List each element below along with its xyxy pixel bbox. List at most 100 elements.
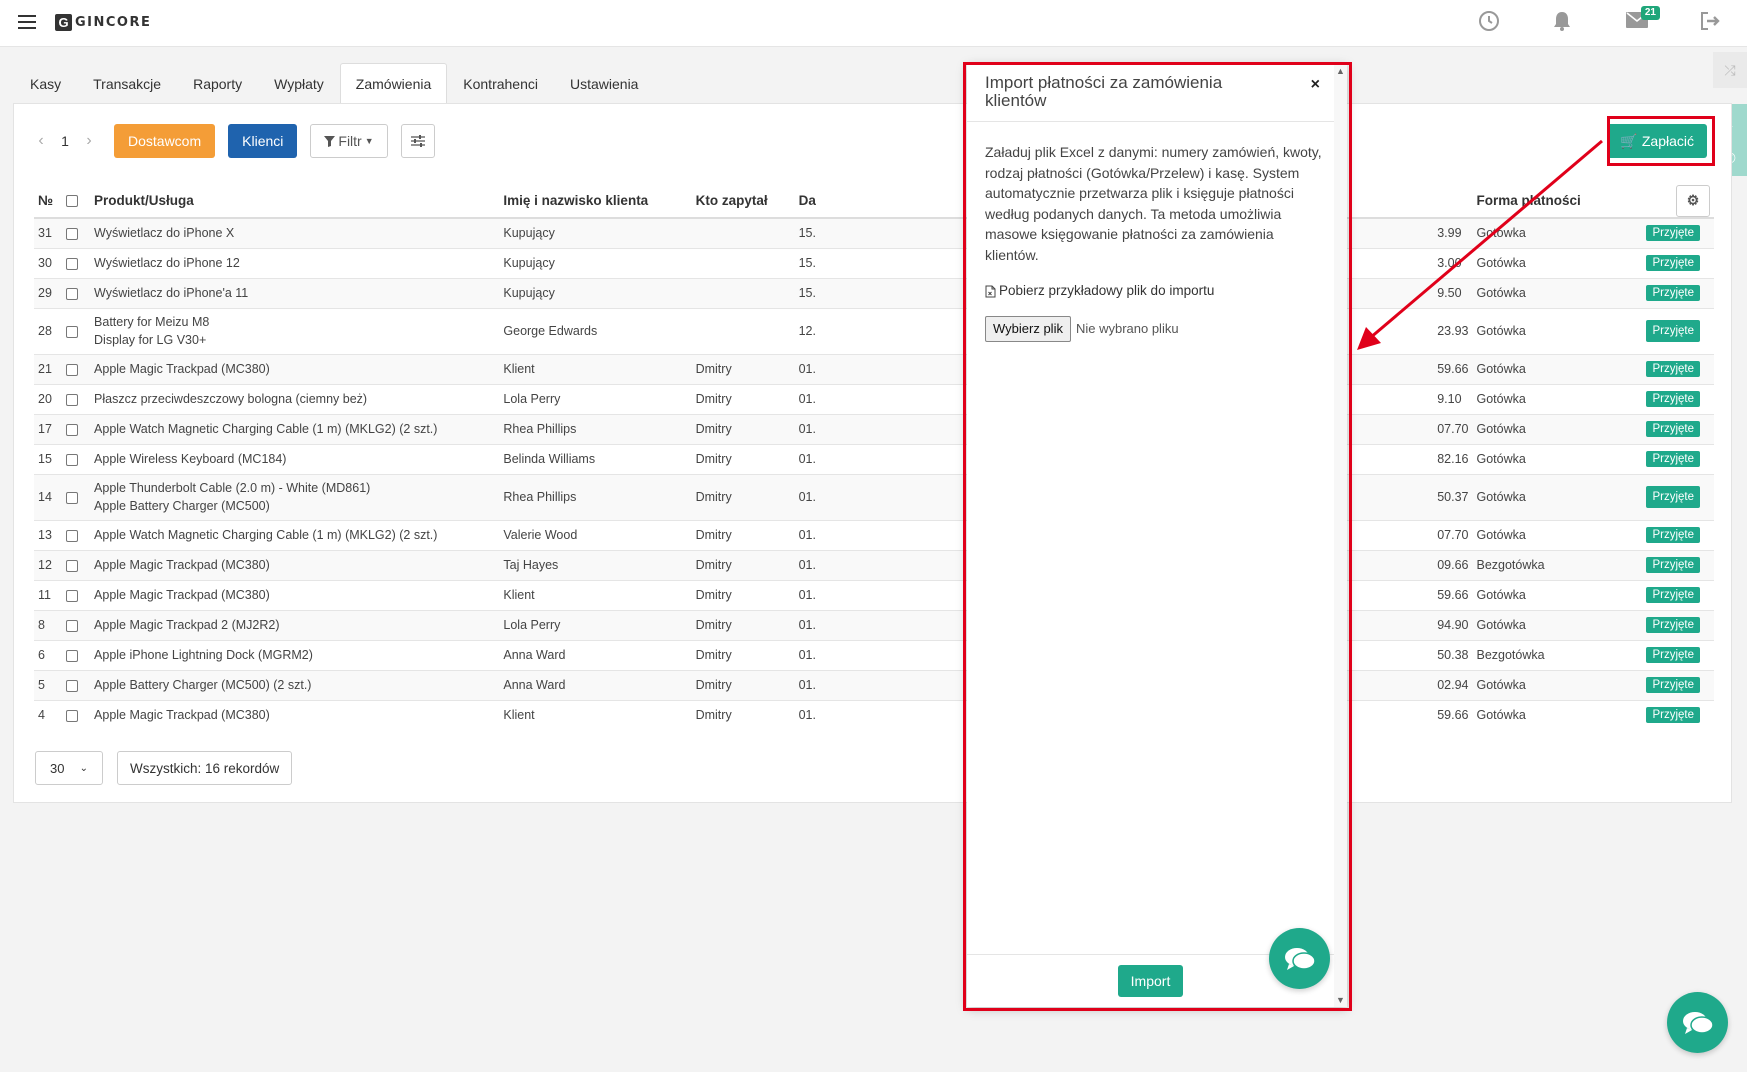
product-name[interactable]: Wyświetlacz do iPhone 12 [94, 256, 495, 270]
product-name[interactable]: Płaszcz przeciwdeszczowy bologna (ciemny… [94, 392, 495, 406]
client-name[interactable]: Lola Perry [499, 383, 692, 414]
table-row[interactable]: 29 Wyświetlacz do iPhone'a 11 Kupujący 15. 9… [34, 277, 1714, 308]
table-row[interactable]: 31 Wyświetlacz do iPhone X Kupujący 15. 3.99… [34, 217, 1714, 248]
client-name[interactable]: George Edwards [499, 307, 692, 354]
row-checkbox[interactable] [66, 363, 79, 376]
status-badge[interactable]: Przyjęte [1646, 255, 1700, 271]
status-badge[interactable]: Przyjęte [1646, 451, 1700, 467]
row-checkbox[interactable] [66, 529, 79, 542]
client-name[interactable]: Anna Ward [499, 669, 692, 700]
status-badge[interactable]: Przyjęte [1646, 707, 1700, 724]
product-name[interactable]: Apple Magic Trackpad (MC380) [94, 588, 495, 602]
table-row[interactable]: 8 Apple Magic Trackpad 2 (MJ2R2) Lola Perr… [34, 609, 1714, 640]
shuffle-icon[interactable]: ⤮ [1713, 52, 1747, 88]
select-all-checkbox[interactable] [66, 195, 79, 208]
row-checkbox[interactable] [66, 257, 79, 270]
row-checkbox[interactable] [66, 227, 79, 240]
chat-icon[interactable] [1269, 928, 1330, 989]
product-name[interactable]: Wyświetlacz do iPhone X [94, 226, 495, 240]
menu-icon[interactable] [18, 15, 36, 29]
filter-button[interactable]: Filtr ▼ [310, 124, 388, 158]
suppliers-button[interactable]: Dostawcom [114, 124, 216, 158]
tab-wyplaty[interactable]: Wypłaty [258, 63, 340, 103]
prev-page-icon[interactable]: ‹ [30, 132, 52, 150]
row-checkbox[interactable] [66, 709, 79, 722]
client-name[interactable]: Rhea Phillips [499, 473, 692, 520]
tab-raporty[interactable]: Raporty [177, 63, 258, 103]
row-checkbox[interactable] [66, 589, 79, 602]
logout-icon[interactable] [1697, 10, 1723, 36]
product-name[interactable]: Apple Magic Trackpad (MC380) [94, 708, 495, 722]
status-badge[interactable]: Przyjęte [1646, 647, 1700, 663]
row-checkbox[interactable] [66, 325, 79, 338]
tab-transakcje[interactable]: Transakcje [77, 63, 177, 103]
col-payment-form[interactable]: Forma płatności [1472, 184, 1636, 219]
product-name[interactable]: Apple iPhone Lightning Dock (MGRM2) [94, 648, 495, 662]
client-name[interactable]: Kupujący [499, 217, 692, 248]
status-badge[interactable]: Przyjęte [1646, 361, 1700, 377]
row-checkbox[interactable] [66, 559, 79, 572]
col-client[interactable]: Imię i nazwisko klienta [499, 184, 692, 219]
chat-icon[interactable] [1667, 992, 1728, 1053]
table-row[interactable]: 12 Apple Magic Trackpad (MC380) Taj Hayes D… [34, 549, 1714, 580]
product-name[interactable]: Display for LG V30+ [94, 331, 495, 349]
col-product[interactable]: Produkt/Usługa [90, 184, 500, 219]
tab-kasy[interactable]: Kasy [14, 63, 77, 103]
table-row[interactable]: 4 Apple Magic Trackpad (MC380) Klient Dmitr… [34, 699, 1714, 730]
client-name[interactable]: Klient [499, 699, 692, 730]
modal-scrollbar[interactable]: ▲ ▼ [1334, 64, 1347, 1007]
clients-button[interactable]: Klienci [228, 124, 298, 158]
row-checkbox[interactable] [66, 679, 79, 692]
status-badge[interactable]: Przyjęte [1646, 677, 1700, 693]
product-name[interactable]: Wyświetlacz do iPhone'a 11 [94, 286, 495, 300]
client-name[interactable]: Taj Hayes [499, 549, 692, 580]
current-page[interactable]: 1 [52, 133, 78, 149]
table-row[interactable]: 15 Apple Wireless Keyboard (MC184) Belinda… [34, 443, 1714, 474]
row-checkbox[interactable] [66, 491, 79, 504]
product-name[interactable]: Apple Watch Magnetic Charging Cable (1 m… [94, 528, 495, 542]
tab-kontrahenci[interactable]: Kontrahenci [447, 63, 554, 103]
product-name[interactable]: Battery for Meizu M8 [94, 313, 495, 331]
mail-icon[interactable]: 21 [1624, 6, 1660, 36]
status-badge[interactable]: Przyjęte [1646, 587, 1700, 603]
per-page-select[interactable]: 30 ⌄ [35, 751, 103, 785]
table-row[interactable]: 11 Apple Magic Trackpad (MC380) Klient Dmit… [34, 579, 1714, 610]
client-name[interactable]: Rhea Phillips [499, 413, 692, 444]
import-button[interactable]: Import [1117, 965, 1184, 997]
clock-icon[interactable] [1476, 10, 1502, 36]
client-name[interactable]: Klient [499, 579, 692, 610]
logo[interactable]: G GINCORE [55, 14, 151, 31]
table-row[interactable]: 21 Apple Magic Trackpad (MC380) Klient Dmit… [34, 353, 1714, 384]
download-sample-link[interactable]: Pobierz przykładowy plik do importu [985, 281, 1330, 302]
row-checkbox[interactable] [66, 393, 79, 406]
row-checkbox[interactable] [66, 619, 79, 632]
client-name[interactable]: Kupujący [499, 247, 692, 278]
choose-file-button[interactable]: Wybierz plik [985, 315, 1071, 342]
product-name[interactable]: Apple Magic Trackpad 2 (MJ2R2) [94, 618, 495, 632]
client-name[interactable]: Anna Ward [499, 639, 692, 670]
status-badge[interactable]: Przyjęte [1646, 617, 1700, 633]
close-icon[interactable]: × [1311, 76, 1320, 94]
table-row[interactable]: 28 Battery for Meizu M8 Display for LG V30… [34, 307, 1714, 354]
table-row[interactable]: 5 Apple Battery Charger (MC500) (2 szt.) A… [34, 669, 1714, 700]
status-badge[interactable]: Przyjęte [1646, 320, 1700, 342]
table-row[interactable]: 30 Wyświetlacz do iPhone 12 Kupujący 15. 3.0… [34, 247, 1714, 278]
status-badge[interactable]: Przyjęte [1646, 225, 1700, 242]
table-row[interactable]: 14 Apple Thunderbolt Cable (2.0 m) - Whit… [34, 473, 1714, 520]
status-badge[interactable]: Przyjęte [1646, 527, 1700, 543]
gear-icon[interactable]: ⚙ [1676, 184, 1710, 217]
product-name[interactable]: Apple Watch Magnetic Charging Cable (1 m… [94, 422, 495, 436]
tab-ustawienia[interactable]: Ustawienia [554, 63, 654, 103]
client-name[interactable]: Klient [499, 353, 692, 384]
table-row[interactable]: 13 Apple Watch Magnetic Charging Cable (1… [34, 519, 1714, 550]
row-checkbox[interactable] [66, 453, 79, 466]
table-row[interactable]: 17 Apple Watch Magnetic Charging Cable (1… [34, 413, 1714, 444]
row-checkbox[interactable] [66, 287, 79, 300]
tab-zamowienia[interactable]: Zamówienia [339, 63, 448, 103]
scroll-up-icon[interactable]: ▲ [1336, 66, 1345, 76]
product-name[interactable]: Apple Wireless Keyboard (MC184) [94, 452, 495, 466]
client-name[interactable]: Lola Perry [499, 609, 692, 640]
col-who-asked[interactable]: Kto zapytał [691, 184, 795, 219]
status-badge[interactable]: Przyjęte [1646, 285, 1700, 301]
client-name[interactable]: Kupujący [499, 277, 692, 308]
